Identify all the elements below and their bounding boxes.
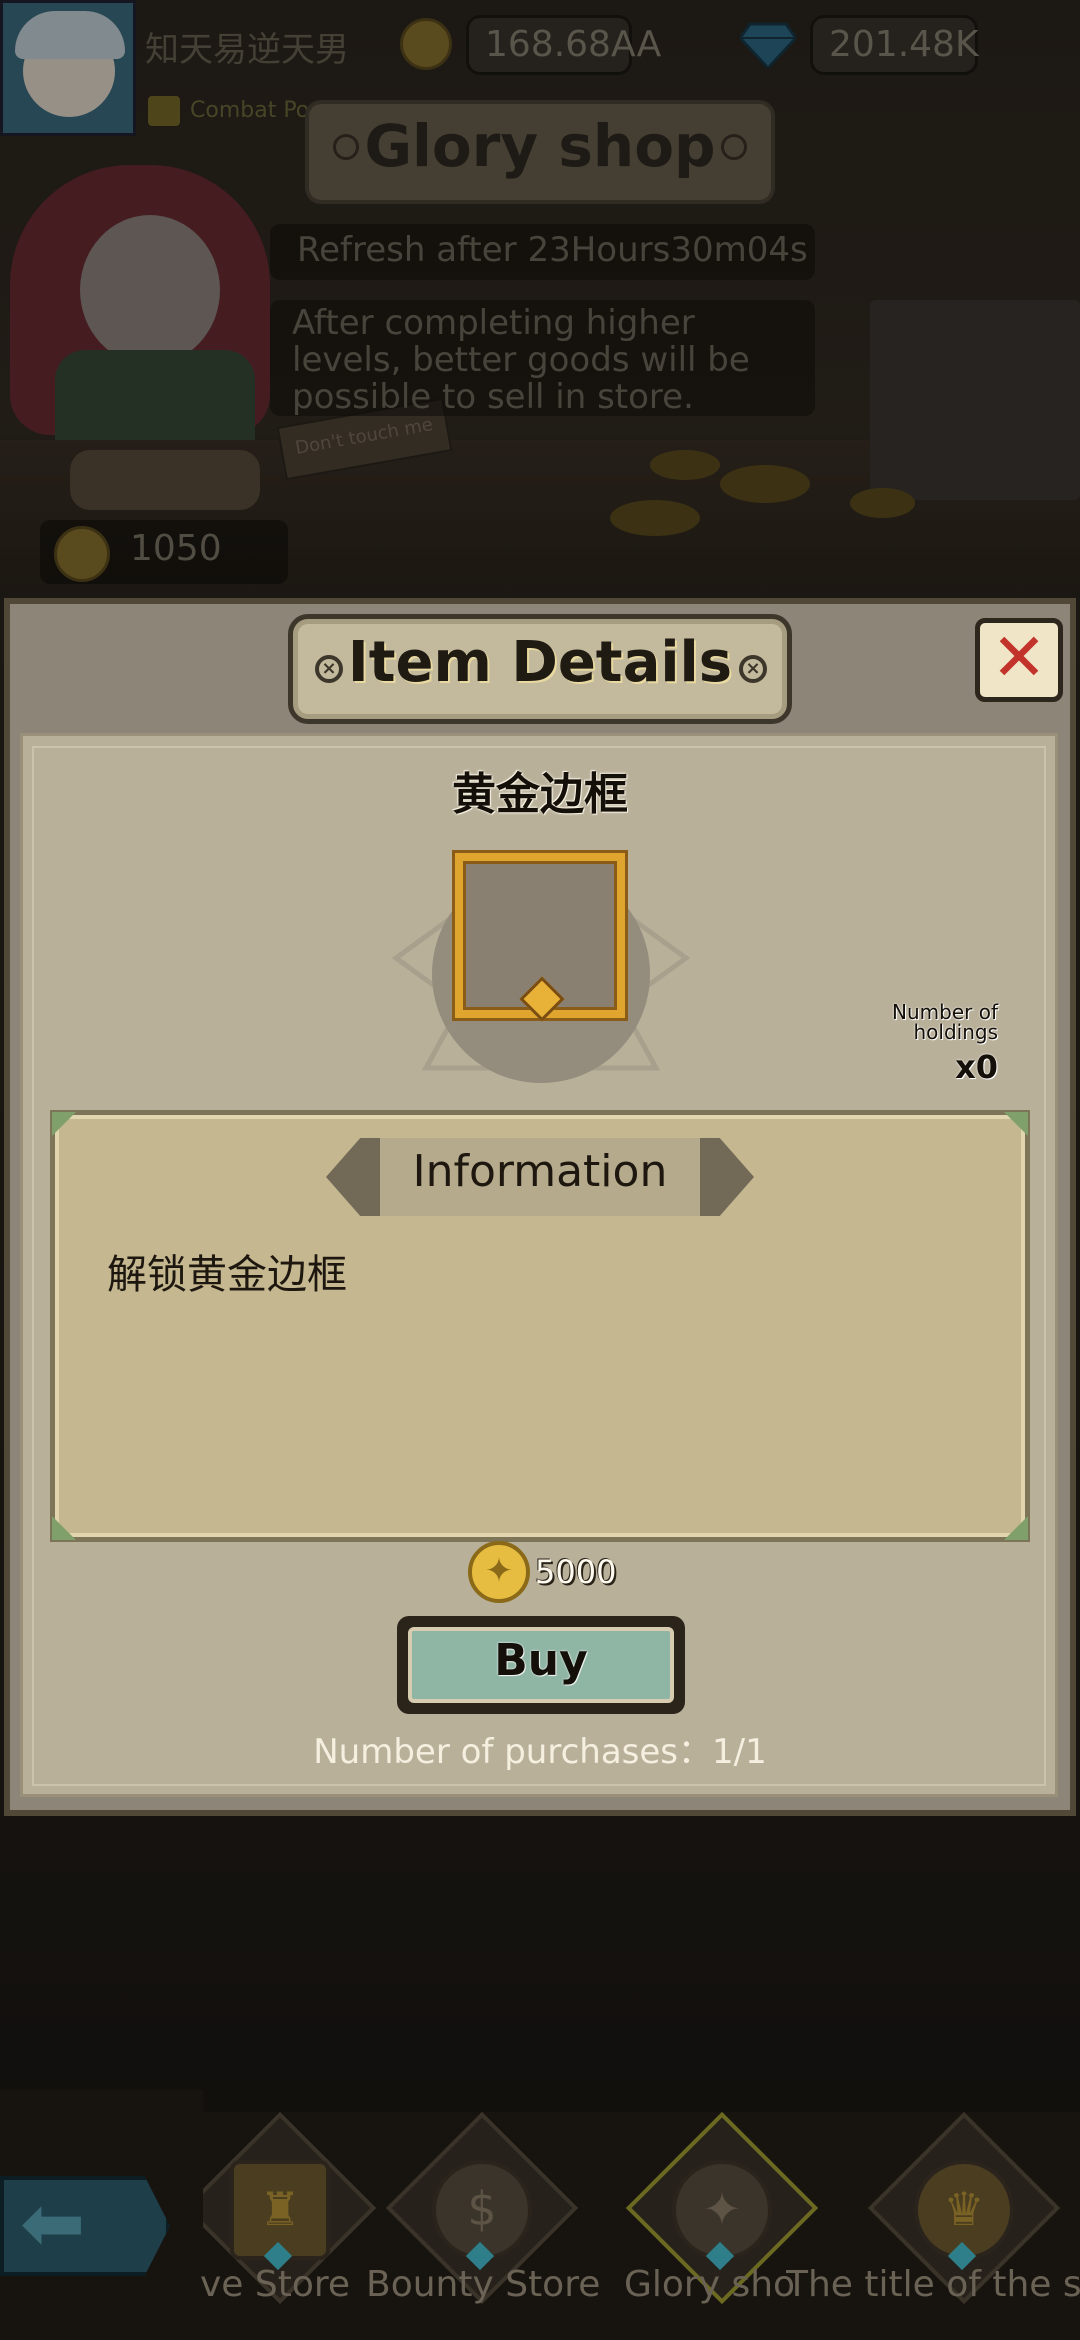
nav-label[interactable]: Bounty Store [366,2264,600,2305]
nav-label[interactable]: ve Store [200,2264,350,2305]
holdings-label: Number of holdings [892,1000,998,1044]
modal-title: Item Details [347,630,733,695]
item-name: 黄金边框 [452,769,628,820]
nav-label[interactable]: The title of the st [786,2264,1080,2305]
purchase-count: Number of purchases：1/1 [313,1732,767,1772]
holdings-value: x0 [955,1048,998,1086]
item-description: 解锁黄金边框 [107,1252,347,1298]
buy-button-label[interactable]: Buy [408,1635,674,1686]
item-price: 5000 [535,1553,617,1591]
price-coin-icon: ✦ [468,1541,530,1603]
nav-label[interactable]: Glory sho [624,2264,795,2305]
close-button[interactable]: ✕ [975,618,1063,702]
information-title: Information [412,1146,668,1197]
back-arrow-icon: ⬅ [20,2179,86,2269]
